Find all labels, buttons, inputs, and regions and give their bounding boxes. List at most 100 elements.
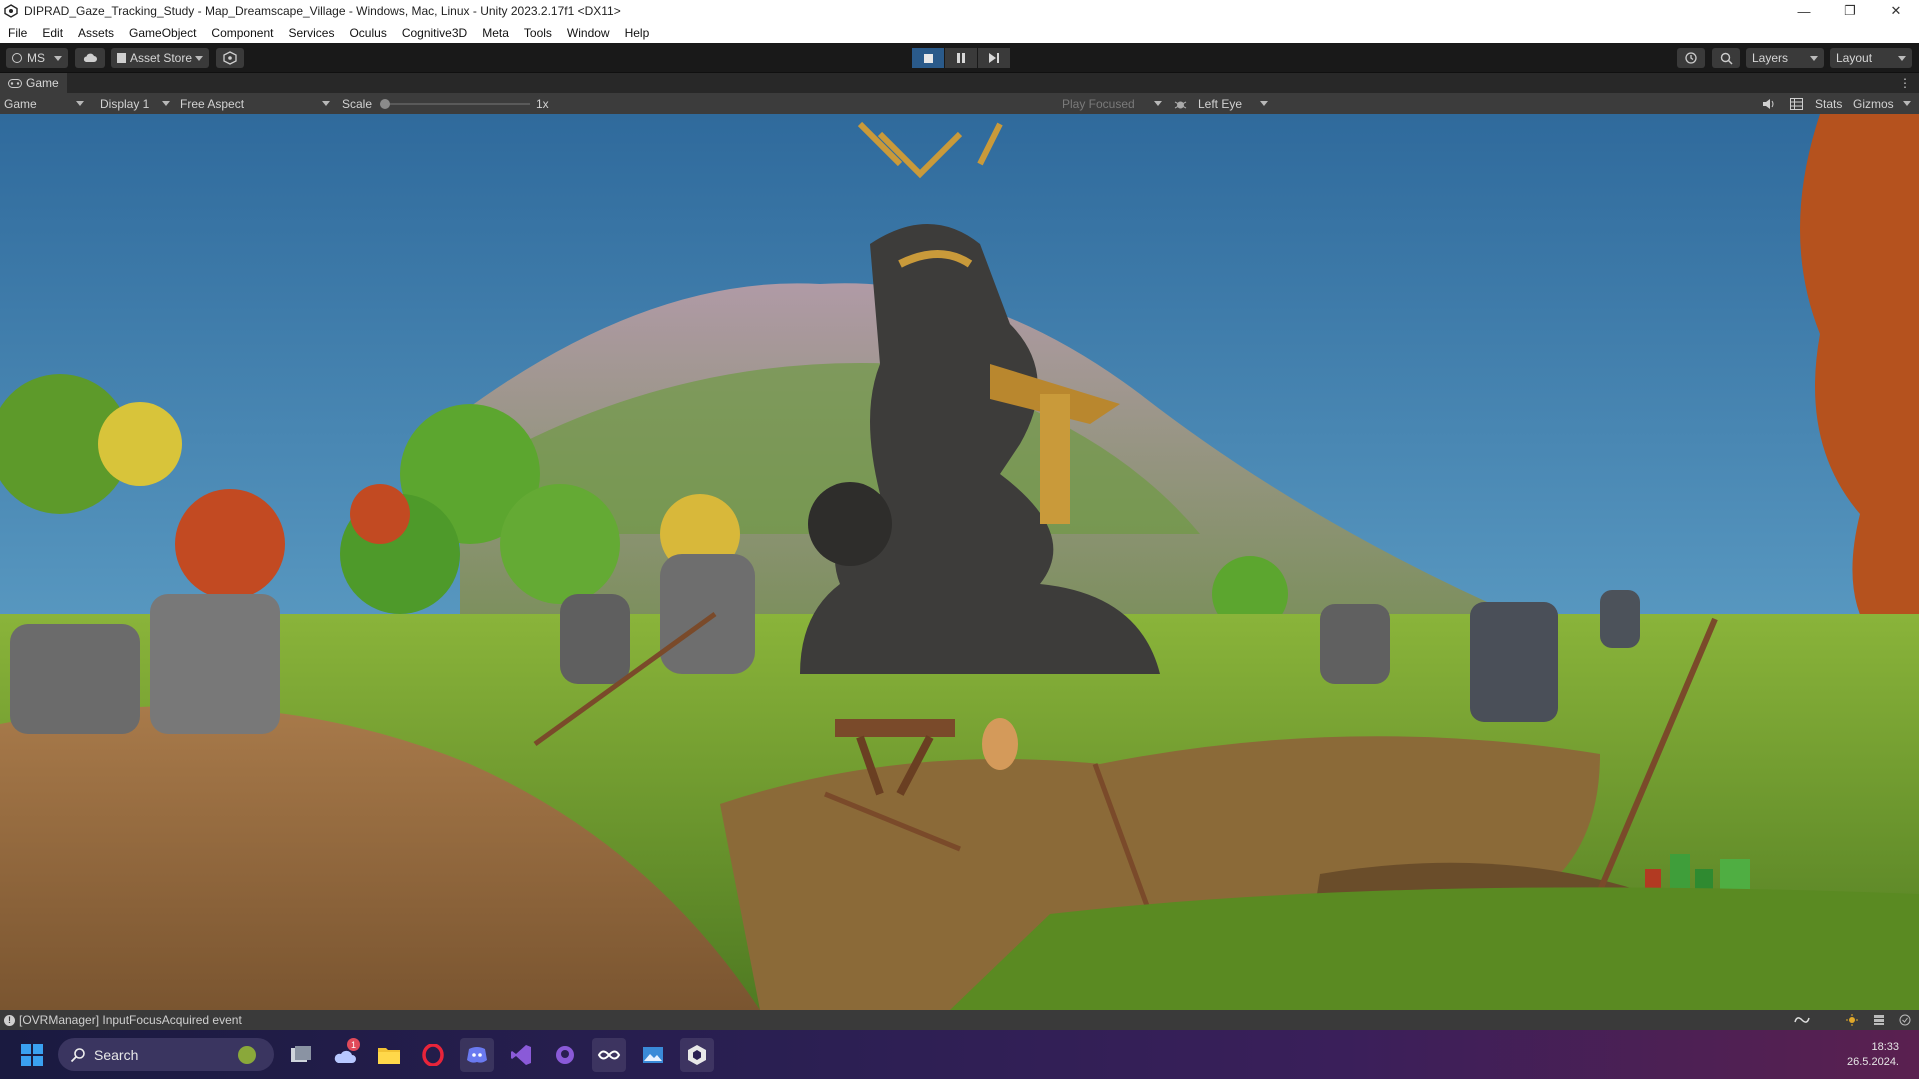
game-viewport[interactable] — [0, 114, 1919, 1010]
window-titlebar: DIPRAD_Gaze_Tracking_Study - Map_Dreamsc… — [0, 0, 1919, 22]
asset-store-button[interactable]: Asset Store — [111, 48, 209, 68]
scale-slider[interactable] — [380, 99, 530, 109]
view-type-dropdown[interactable]: Game — [4, 93, 88, 114]
menu-cognitive3d[interactable]: Cognitive3D — [394, 26, 474, 40]
cloud-icon — [83, 53, 97, 62]
display-label: Display 1 — [100, 96, 150, 111]
console-status-bar[interactable]: ! [OVRManager] InputFocusAcquired event — [0, 1010, 1919, 1030]
account-dropdown[interactable]: MS — [6, 48, 68, 68]
gamepad-icon — [8, 78, 22, 88]
layers-dropdown[interactable]: Layers — [1746, 48, 1824, 68]
scale-value: 1x — [536, 96, 549, 111]
aspect-label: Free Aspect — [180, 96, 245, 111]
search-icon — [70, 1047, 85, 1062]
step-icon — [989, 53, 999, 63]
search-highlight-icon — [238, 1046, 256, 1064]
unity-hub-button[interactable] — [680, 1038, 714, 1072]
debug-icon[interactable] — [1174, 98, 1187, 111]
task-view-icon — [291, 1046, 311, 1062]
bag-icon — [117, 53, 126, 63]
unity-icon — [688, 1045, 706, 1065]
menu-tools[interactable]: Tools — [516, 26, 559, 40]
editor-tab-bar: Game ⋮ — [0, 73, 1919, 93]
more-options-icon[interactable]: ⋮ — [1899, 76, 1911, 90]
weather-widget[interactable]: 1 — [328, 1038, 362, 1072]
chevron-down-icon — [195, 56, 203, 61]
file-explorer-button[interactable] — [372, 1038, 406, 1072]
start-button[interactable] — [15, 1038, 49, 1072]
menu-help[interactable]: Help — [617, 26, 657, 40]
history-button[interactable] — [1677, 48, 1705, 68]
folder-icon — [378, 1048, 400, 1064]
eye-dropdown[interactable]: Left Eye — [1198, 93, 1272, 114]
menu-oculus[interactable]: Oculus — [341, 26, 393, 40]
menu-edit[interactable]: Edit — [34, 26, 70, 40]
gizmos-dropdown[interactable]: Gizmos — [1853, 93, 1915, 114]
menu-file[interactable]: File — [0, 26, 34, 40]
game-view-toolbar: Game Display 1 Free Aspect Scale 1x Play… — [0, 93, 1919, 115]
discord-button[interactable] — [460, 1038, 494, 1072]
scale-slider-handle[interactable] — [380, 99, 390, 109]
menu-meta[interactable]: Meta — [474, 26, 516, 40]
task-view-button[interactable] — [284, 1038, 318, 1072]
taskbar-search[interactable]: Search — [58, 1038, 274, 1071]
meta-infinity-icon — [597, 1050, 621, 1060]
cloud-button[interactable] — [75, 48, 105, 68]
play-focus-label: Play Focused — [1062, 96, 1135, 111]
windows-logo-icon — [21, 1044, 43, 1066]
opera-icon — [422, 1044, 444, 1066]
minimize-button[interactable]: — — [1781, 0, 1827, 22]
restore-button[interactable]: ❐ — [1827, 0, 1873, 22]
image-icon — [643, 1047, 663, 1063]
aspect-dropdown[interactable]: Free Aspect — [180, 93, 334, 114]
pause-icon — [957, 53, 965, 63]
weather-badge: 1 — [347, 1038, 360, 1051]
clock-date: 26.5.2024. — [1847, 1056, 1899, 1068]
windows-taskbar: Search 1 18:33 26.5.2024. — [0, 1030, 1919, 1079]
meta-quest-icon[interactable] — [1794, 1014, 1810, 1026]
eye-label: Left Eye — [1198, 96, 1243, 111]
visual-studio-icon — [511, 1045, 531, 1065]
layout-label: Layout — [1836, 51, 1873, 65]
cache-icon[interactable] — [1873, 1014, 1885, 1026]
menu-assets[interactable]: Assets — [70, 26, 121, 40]
menu-window[interactable]: Window — [559, 26, 617, 40]
asset-store-label: Asset Store — [130, 51, 193, 65]
check-circle-icon[interactable] — [1899, 1014, 1911, 1026]
stop-icon — [923, 53, 933, 63]
chevron-down-icon — [1903, 101, 1911, 106]
play-focus-dropdown[interactable]: Play Focused — [1062, 93, 1166, 114]
menu-component[interactable]: Component — [203, 26, 280, 40]
play-button[interactable] — [912, 48, 944, 68]
chevron-down-icon — [1154, 101, 1162, 106]
system-clock[interactable]: 18:33 26.5.2024. — [1847, 1040, 1899, 1070]
photos-button[interactable] — [636, 1038, 670, 1072]
close-button[interactable]: ✕ — [1873, 0, 1919, 22]
step-button[interactable] — [978, 48, 1010, 68]
chevron-down-icon — [162, 101, 170, 106]
account-label: MS — [27, 51, 45, 65]
status-message: [OVRManager] InputFocusAcquired event — [19, 1013, 242, 1027]
search-button[interactable] — [1712, 48, 1740, 68]
menu-services[interactable]: Services — [280, 26, 341, 40]
github-desktop-button[interactable] — [548, 1038, 582, 1072]
speaker-icon[interactable] — [1763, 98, 1776, 110]
pause-button[interactable] — [945, 48, 977, 68]
tab-game[interactable]: Game — [0, 73, 67, 93]
stats-button[interactable]: Stats — [1815, 93, 1847, 114]
menu-gameobject[interactable]: GameObject — [121, 26, 203, 40]
display-dropdown[interactable]: Display 1 — [100, 93, 174, 114]
layout-dropdown[interactable]: Layout — [1830, 48, 1912, 68]
package-button[interactable] — [216, 48, 244, 68]
gizmos-label: Gizmos — [1853, 96, 1894, 111]
chevron-down-icon — [322, 101, 330, 106]
grid-icon[interactable] — [1790, 98, 1803, 110]
unity-logo-icon — [4, 4, 18, 18]
history-icon — [1685, 52, 1697, 64]
visual-studio-button[interactable] — [504, 1038, 538, 1072]
meta-quest-link-button[interactable] — [592, 1038, 626, 1072]
discord-icon — [467, 1047, 487, 1063]
opera-button[interactable] — [416, 1038, 450, 1072]
lighting-icon[interactable] — [1846, 1014, 1858, 1026]
package-icon — [223, 51, 237, 65]
